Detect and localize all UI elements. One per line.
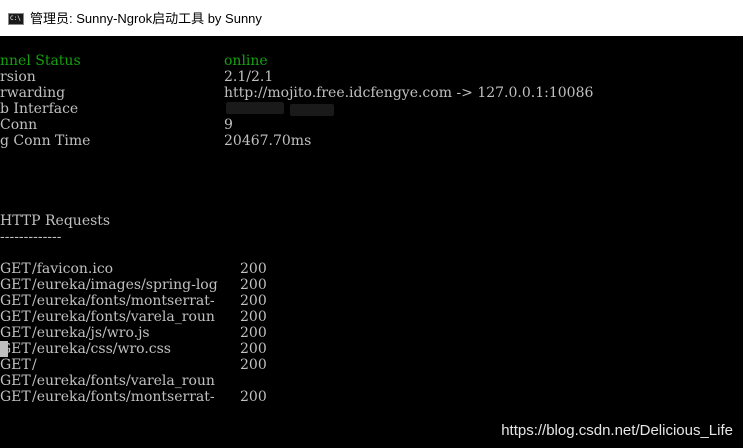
request-path: /eureka/fonts/varela_roun	[32, 373, 215, 389]
forwarding-value: http://mojito.free.idcfengye.com -> 127.…	[224, 85, 594, 101]
console-output[interactable]: nnel Status online rsion 2.1/2.1 rwardin…	[0, 36, 743, 448]
request-path: /eureka/fonts/montserrat-	[32, 389, 215, 405]
request-status: 200	[240, 293, 267, 309]
http-requests-title: HTTP Requests	[0, 213, 111, 229]
request-path: /favicon.ico	[32, 261, 114, 277]
request-path: /eureka/js/wro.js	[32, 325, 150, 341]
version-label: rsion	[0, 69, 36, 85]
request-path: /eureka/fonts/montserrat-	[32, 293, 215, 309]
request-method: GET	[0, 325, 31, 341]
request-method: GET	[0, 341, 31, 357]
status-value: online	[224, 53, 268, 69]
console-app-icon: C:\	[8, 13, 24, 25]
request-status: 200	[240, 341, 267, 357]
status-label: nnel Status	[0, 53, 81, 69]
forwarding-label: rwarding	[0, 85, 66, 101]
avg-conn-time-value: 20467.70ms	[224, 133, 312, 149]
window-title: 管理员: Sunny-Ngrok启动工具 by Sunny	[30, 11, 262, 26]
request-status: 200	[240, 389, 267, 405]
conn-label: Conn	[0, 117, 38, 133]
avg-conn-time-label: g Conn Time	[0, 133, 91, 149]
web-interface-label: b Interface	[0, 101, 79, 117]
request-status: 200	[240, 325, 267, 341]
console-app-icon-text: C:\	[10, 15, 21, 22]
conn-value: 9	[224, 117, 233, 133]
request-method: GET	[0, 389, 31, 405]
request-method: GET	[0, 261, 31, 277]
request-method: GET	[0, 373, 31, 389]
request-status: 200	[240, 277, 267, 293]
redacted-web-interface	[290, 104, 334, 116]
request-path: /eureka/css/wro.css	[32, 341, 171, 357]
request-path: /eureka/fonts/varela_roun	[32, 309, 215, 325]
request-method: GET	[0, 277, 31, 293]
request-status: 200	[240, 357, 267, 373]
request-status: 200	[240, 261, 267, 277]
http-requests-separator: -------------	[0, 229, 62, 245]
request-method: GET	[0, 357, 31, 373]
request-path: /	[32, 357, 37, 373]
title-bar[interactable]: C:\ 管理员: Sunny-Ngrok启动工具 by Sunny	[0, 0, 743, 37]
request-status: 200	[240, 309, 267, 325]
watermark-url: https://blog.csdn.net/Delicious_Life	[501, 422, 733, 439]
redacted-web-interface	[226, 102, 284, 114]
request-method: GET	[0, 309, 31, 325]
request-method: GET	[0, 293, 31, 309]
version-value: 2.1/2.1	[224, 69, 274, 85]
request-path: /eureka/images/spring-log	[32, 277, 218, 293]
